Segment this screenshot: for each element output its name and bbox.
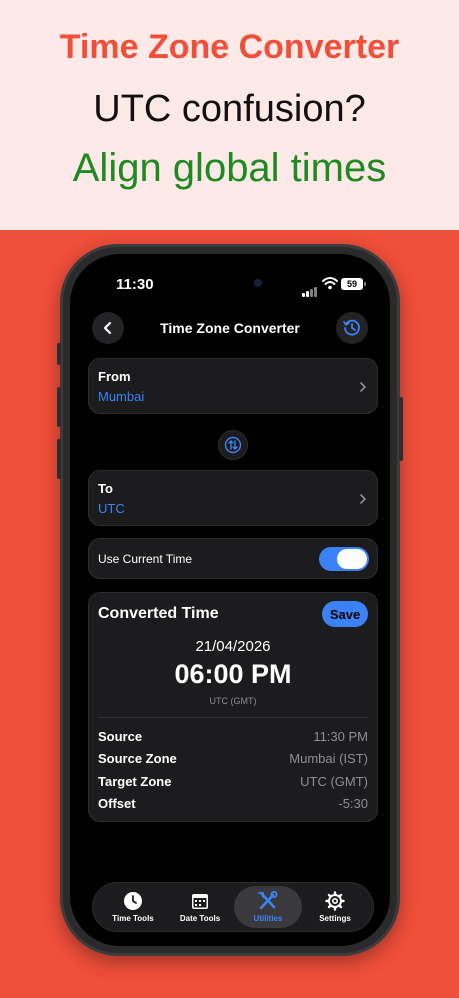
use-current-time-label: Use Current Time bbox=[98, 552, 193, 566]
use-current-time-toggle[interactable] bbox=[319, 547, 369, 571]
detail-key: Offset bbox=[98, 796, 136, 811]
tab-utilities[interactable]: Utilities bbox=[234, 886, 302, 928]
volume-down-button bbox=[57, 439, 61, 479]
chevron-right-icon bbox=[360, 494, 367, 504]
tab-label: Utilities bbox=[253, 914, 283, 923]
chevron-right-icon bbox=[360, 382, 367, 392]
to-value: UTC bbox=[98, 501, 125, 516]
status-bar: 11:30 59 bbox=[70, 254, 390, 304]
detail-row: Target Zone UTC (GMT) bbox=[98, 774, 368, 792]
camera-icon bbox=[254, 279, 262, 287]
nav-bar: Time Zone Converter bbox=[70, 308, 390, 348]
promo-banner: Time Zone Converter UTC confusion? Align… bbox=[0, 0, 459, 230]
action-button bbox=[57, 343, 61, 365]
converted-zone: UTC (GMT) bbox=[209, 696, 257, 706]
from-value: Mumbai bbox=[98, 389, 145, 404]
converted-date: 21/04/2026 bbox=[195, 638, 271, 655]
history-clock-icon bbox=[343, 319, 360, 336]
converted-time-card: Converted Time Save 21/04/2026 06:00 PM … bbox=[88, 592, 378, 822]
detail-row: Source 11:30 PM bbox=[98, 729, 368, 747]
use-current-time-row: Use Current Time bbox=[88, 538, 378, 579]
promo-headline: Time Zone Converter bbox=[59, 28, 400, 66]
tab-label: Settings bbox=[319, 914, 351, 923]
detail-value: 11:30 PM bbox=[313, 729, 368, 744]
to-selector[interactable]: To UTC bbox=[88, 470, 378, 526]
history-button[interactable] bbox=[336, 312, 368, 344]
to-label: To bbox=[98, 481, 113, 496]
toggle-knob bbox=[337, 549, 367, 569]
app-screen: 11:30 59 Time Zone Converter From Mumbai… bbox=[70, 254, 390, 946]
volume-up-button bbox=[57, 387, 61, 427]
divider bbox=[98, 717, 368, 718]
calendar-icon bbox=[192, 894, 208, 909]
tab-label: Date Tools bbox=[179, 914, 221, 923]
from-label: From bbox=[98, 369, 131, 384]
dynamic-island bbox=[182, 268, 284, 298]
tab-label: Time Tools bbox=[112, 914, 154, 923]
converted-time: 06:00 PM bbox=[174, 659, 292, 689]
status-time: 11:30 bbox=[116, 276, 154, 293]
detail-key: Source bbox=[98, 729, 143, 744]
swap-arrows-icon bbox=[224, 436, 242, 454]
promo-tagline: Align global times bbox=[72, 146, 387, 190]
tab-settings[interactable]: Settings bbox=[301, 886, 369, 928]
wifi-icon bbox=[322, 277, 338, 290]
detail-row: Source Zone Mumbai (IST) bbox=[98, 751, 368, 769]
clock-icon bbox=[124, 892, 142, 910]
detail-value: -5:30 bbox=[338, 796, 368, 811]
detail-key: Target Zone bbox=[98, 774, 172, 789]
detail-key: Source Zone bbox=[98, 751, 177, 766]
detail-value: UTC (GMT) bbox=[300, 774, 368, 789]
phone-frame: 11:30 59 Time Zone Converter From Mumbai… bbox=[57, 244, 403, 956]
tools-icon bbox=[258, 891, 278, 910]
tab-bar: Time Tools Date Tools Utilities Settings bbox=[92, 882, 374, 932]
save-button[interactable]: Save bbox=[322, 601, 368, 627]
battery-indicator: 59 bbox=[341, 278, 366, 290]
swap-button[interactable] bbox=[218, 430, 248, 460]
promo-subheadline: UTC confusion? bbox=[93, 88, 366, 130]
side-button bbox=[399, 397, 403, 461]
tab-time-tools[interactable]: Time Tools bbox=[99, 886, 167, 928]
detail-row: Offset -5:30 bbox=[98, 796, 368, 814]
from-selector[interactable]: From Mumbai bbox=[88, 358, 378, 414]
tab-date-tools[interactable]: Date Tools bbox=[166, 886, 234, 928]
gear-icon bbox=[325, 891, 345, 911]
converted-time-title: Converted Time bbox=[98, 605, 219, 622]
detail-value: Mumbai (IST) bbox=[289, 751, 368, 766]
signal-icon bbox=[302, 279, 318, 297]
